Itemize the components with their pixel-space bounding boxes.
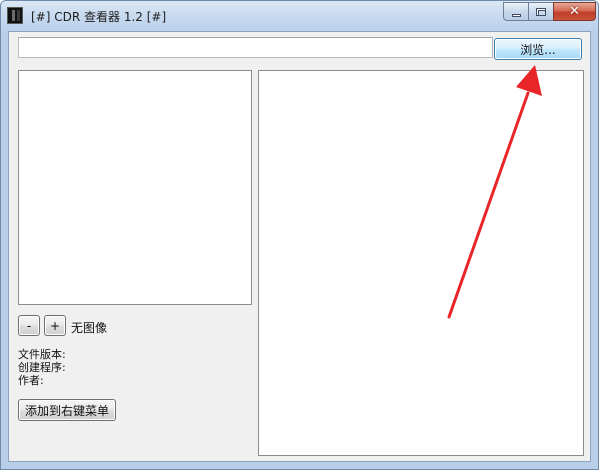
image-preview-panel <box>18 70 252 305</box>
zoom-out-button[interactable]: - <box>18 315 40 336</box>
minimize-icon <box>511 13 521 17</box>
title-bar[interactable]: [#] CDR 查看器 1.2 [#] ✕ <box>1 1 598 31</box>
app-window: [#] CDR 查看器 1.2 [#] ✕ 浏览... - + 无图像 文件版本… <box>0 0 599 470</box>
maximize-icon <box>536 7 546 16</box>
zoom-in-button[interactable]: + <box>44 315 66 336</box>
window-title: [#] CDR 查看器 1.2 [#] <box>31 10 167 24</box>
maximize-button[interactable] <box>528 2 554 21</box>
client-area: 浏览... - + 无图像 文件版本: 创建程序: 作者: 添加到右键菜单 <box>8 31 591 462</box>
preview-status-label: 无图像 <box>71 321 108 335</box>
app-icon[interactable] <box>7 7 23 24</box>
add-to-context-menu-button[interactable]: 添加到右键菜单 <box>18 399 116 421</box>
author-label: 作者: <box>18 374 44 387</box>
minimize-button[interactable] <box>503 2 529 21</box>
file-details-panel <box>258 70 584 456</box>
close-button[interactable]: ✕ <box>553 2 596 21</box>
file-path-input[interactable] <box>18 37 493 58</box>
file-version-label: 文件版本: <box>18 348 66 361</box>
browse-button[interactable]: 浏览... <box>494 38 582 60</box>
close-icon: ✕ <box>569 4 580 19</box>
creator-label: 创建程序: <box>18 361 66 374</box>
